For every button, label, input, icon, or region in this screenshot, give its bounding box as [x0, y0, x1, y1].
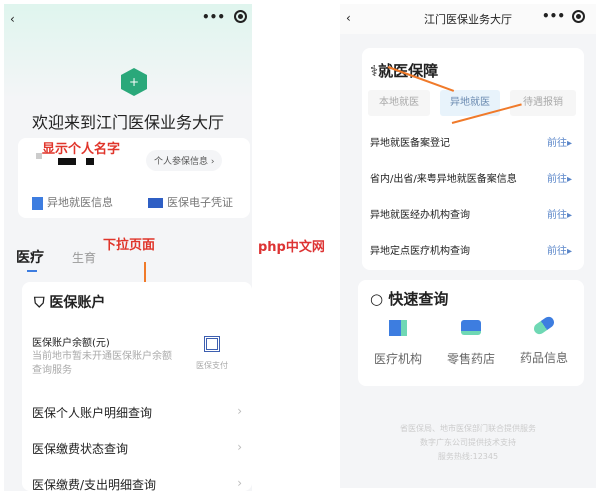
- pay-label[interactable]: 医保支付: [196, 360, 228, 371]
- menu-item[interactable]: 医保缴费/支出明细查询 ›: [22, 476, 252, 491]
- quick-title: 快速查询: [388, 290, 449, 308]
- masked-name-part: [86, 158, 94, 165]
- shortcut-label: 异地就医信息: [47, 196, 113, 209]
- go-link[interactable]: 前往▸: [547, 170, 572, 185]
- medical-security-card: ⚕就医保障 本地就医 异地就医 待遇报销 异地就医备案登记 前往▸ 省内/出省/来…: [362, 48, 584, 270]
- insured-info-label: 个人参保信息: [154, 157, 209, 167]
- chevron-right-icon: ›: [237, 404, 242, 418]
- footer-line: 省医保局、地市医保部门联合提供服务: [400, 424, 536, 433]
- close-miniapp-icon[interactable]: [572, 10, 585, 23]
- menu-label: 医保缴费状态查询: [32, 442, 129, 456]
- stethoscope-icon: ⚕: [370, 62, 379, 80]
- row-label: 异地就医备案登记: [370, 138, 450, 149]
- quick-item-drug[interactable]: 药品信息: [508, 314, 580, 366]
- row-label: 省内/出省/来粤异地就医备案信息: [370, 174, 517, 185]
- more-icon[interactable]: •••: [542, 9, 565, 23]
- avatar: [36, 153, 42, 159]
- pill-icon: [531, 314, 557, 337]
- right-phone-screen: ‹ 江门医保业务大厅 ••• ⚕就医保障 本地就医 异地就医 待遇报销 异地就医…: [340, 4, 596, 488]
- account-title-text: 医保账户: [49, 295, 106, 311]
- section-title: 就医保障: [378, 62, 439, 80]
- quick-item-hospital[interactable]: 医疗机构: [362, 320, 434, 367]
- go-label: 前往: [546, 210, 567, 221]
- watermark: php中文网: [258, 240, 325, 255]
- chevron-right-icon: ›: [237, 476, 242, 490]
- quick-item-pharmacy[interactable]: 零售药店: [435, 320, 507, 367]
- insured-info-button[interactable]: 个人参保信息 ›: [146, 150, 223, 171]
- list-item[interactable]: 异地就医备案登记 前往▸: [362, 134, 584, 149]
- shortcut-remote-medical[interactable]: 异地就医信息: [32, 194, 113, 210]
- footer-hotline: 服务热线:12345: [437, 452, 499, 461]
- row-label: 异地定点医疗机构查询: [370, 246, 470, 257]
- annotation-name: 显示个人名字: [42, 142, 121, 157]
- go-link[interactable]: 前往▸: [547, 134, 572, 149]
- tab-local[interactable]: 本地就医: [368, 90, 430, 116]
- list-item[interactable]: 省内/出省/来粤异地就医备案信息 前往▸: [362, 170, 584, 185]
- chevron-right-icon: ›: [237, 440, 242, 454]
- account-title: ⛉ 医保账户: [34, 292, 105, 312]
- more-icon[interactable]: •••: [202, 10, 225, 24]
- tab-indicator: [27, 270, 37, 272]
- qr-code-icon[interactable]: [204, 336, 220, 352]
- balance-note: 当前地市暂未开通医保账户余额查询服务: [32, 351, 172, 376]
- menu-label: 医保缴费/支出明细查询: [32, 478, 157, 491]
- go-link[interactable]: 前往▸: [547, 242, 572, 257]
- masked-name: [58, 158, 76, 165]
- balance-label: 医保账户余额(元): [32, 338, 110, 349]
- quick-label: 医疗机构: [373, 352, 422, 366]
- back-icon[interactable]: ‹: [10, 12, 15, 26]
- go-label: 前往: [546, 174, 567, 185]
- footer: 省医保局、地市医保部门联合提供服务 数字广东公司提供技术支持 服务热线:1234…: [340, 422, 596, 464]
- shortcut-e-voucher[interactable]: 医保电子凭证: [148, 194, 233, 210]
- search-icon: ○: [370, 290, 384, 308]
- menu-item[interactable]: 医保个人账户明细查询 ›: [22, 404, 252, 421]
- tab-medical[interactable]: 医疗: [16, 247, 44, 267]
- go-label: 前往: [546, 246, 567, 257]
- quick-label: 零售药店: [446, 352, 495, 366]
- list-item[interactable]: 异地就医经办机构查询 前往▸: [362, 206, 584, 221]
- close-miniapp-icon[interactable]: [234, 10, 247, 23]
- id-card-icon: [148, 198, 163, 208]
- pharmacy-icon: [461, 320, 481, 335]
- hospital-icon: [389, 320, 407, 336]
- tab-maternity[interactable]: 生育: [72, 249, 96, 266]
- user-card: 显示个人名字 个人参保信息 › 异地就医信息 医保电子凭证: [18, 138, 250, 218]
- document-icon: [32, 196, 43, 210]
- list-item[interactable]: 异地定点医疗机构查询 前往▸: [362, 242, 584, 257]
- menu-item[interactable]: 医保缴费状态查询 ›: [22, 440, 252, 457]
- left-phone-screen: ‹ ••• + 欢迎来到江门医保业务大厅 显示个人名字 个人参保信息 › 异地就…: [4, 4, 252, 491]
- shortcut-label: 医保电子凭证: [167, 196, 233, 209]
- footer-line: 数字广东公司提供技术支持: [420, 438, 516, 447]
- annotation-scroll: 下拉页面: [103, 238, 156, 253]
- menu-label: 医保个人账户明细查询: [32, 406, 153, 420]
- go-label: 前往: [546, 138, 567, 149]
- quick-query-card: ○ 快速查询 医疗机构 零售药店 药品信息: [358, 280, 584, 386]
- go-link[interactable]: 前往▸: [547, 206, 572, 221]
- welcome-title: 欢迎来到江门医保业务大厅: [31, 113, 224, 132]
- row-label: 异地就医经办机构查询: [370, 210, 470, 221]
- account-card: ⛉ 医保账户 医保账户余额(元) 当前地市暂未开通医保账户余额查询服务 医保支付…: [22, 282, 252, 491]
- quick-label: 药品信息: [519, 351, 568, 365]
- shield-icon: ⛉: [34, 295, 45, 311]
